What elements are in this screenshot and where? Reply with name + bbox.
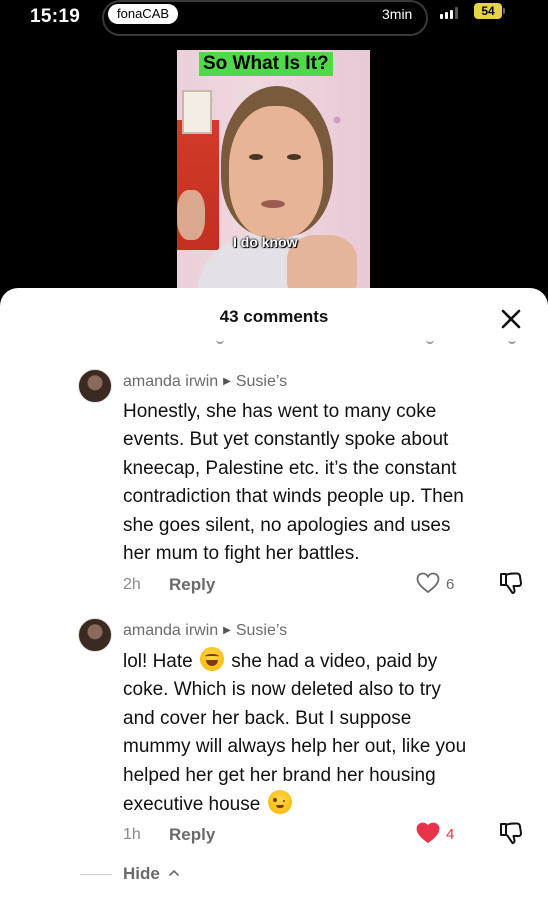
battery-tip	[503, 8, 505, 14]
battery-icon: 54	[474, 3, 502, 19]
comment-reply-to[interactable]: Susie’s	[236, 373, 287, 390]
comment-line: executive house	[123, 790, 533, 819]
status-bar: 15:19 fonaCAB 3min 54	[0, 0, 548, 40]
comment-time: 2h	[123, 576, 141, 593]
comments-sheet: 43 comments amanda irwin ▶ Susie’s Honestl…	[0, 288, 548, 900]
app-badge[interactable]: fonaCAB	[108, 4, 179, 24]
scroll-cutoff-mark	[426, 340, 434, 344]
comment-line-start: lol! Hate	[123, 651, 193, 672]
reply-arrow-icon: ▶	[223, 376, 231, 387]
comments-count-title: 43 comments	[219, 307, 329, 326]
avatar[interactable]	[78, 369, 112, 403]
comment-line: events. But yet constantly spoke about	[123, 429, 449, 451]
heart-icon[interactable]	[416, 822, 440, 844]
video-title-overlay: So What Is It?	[199, 52, 333, 76]
video-preview[interactable]: So What Is It? I do know	[177, 50, 370, 300]
comment-line: lol! Hate she had a video, paid by	[123, 647, 533, 676]
scroll-cutoff-mark	[508, 340, 516, 344]
comment-line: coke. Which is now deleted also to try	[123, 679, 441, 701]
call-duration: 3min	[382, 6, 413, 22]
video-hand-left	[177, 190, 205, 240]
comment-line: her mum to fight her battles.	[123, 543, 360, 565]
video-eye-left	[249, 154, 263, 160]
comment-line: Honestly, she has went to many coke	[123, 401, 437, 422]
thumbs-down-icon[interactable]	[498, 570, 524, 596]
video-caption: I do know	[233, 234, 298, 250]
comment-author-line[interactable]: amanda irwin ▶ Susie’s	[123, 373, 287, 391]
chevron-up-icon	[168, 869, 179, 876]
video-face	[229, 106, 323, 238]
hide-replies-button[interactable]: Hide	[123, 864, 180, 884]
video-mouth	[261, 200, 285, 208]
comment-author[interactable]: amanda irwin	[123, 373, 218, 390]
hide-label[interactable]: Hide	[123, 864, 160, 883]
video-eye-right	[287, 154, 301, 160]
comment-text: lol! Hate she had a video, paid by coke.…	[123, 647, 533, 819]
comment-time: 1h	[123, 826, 141, 843]
close-icon[interactable]	[498, 306, 524, 332]
thumbs-down-icon[interactable]	[498, 820, 524, 846]
comment-line: and cover her back. But I suppose	[123, 707, 412, 729]
comment-author[interactable]: amanda irwin	[123, 622, 218, 639]
comment-line: she goes silent, no apologies and uses	[123, 514, 451, 536]
like-count: 4	[446, 826, 455, 843]
comment-line-end: she had a video, paid by	[231, 651, 438, 672]
winking-emoji-icon	[267, 790, 292, 815]
scroll-cutoff-mark	[216, 340, 224, 344]
comment-line: kneecap, Palestine etc. it’s the constan…	[123, 457, 457, 479]
comment-text: Honestly, she has went to many coke even…	[123, 398, 533, 568]
comment-author-line[interactable]: amanda irwin ▶ Susie’s	[123, 622, 287, 640]
comment-line: helped her get her brand her housing	[123, 764, 436, 786]
comment-line: mummy will always help her out, like you	[123, 736, 467, 758]
like-count: 6	[446, 576, 455, 593]
reply-arrow-icon: ▶	[223, 625, 231, 636]
heart-icon[interactable]	[416, 572, 440, 594]
avatar[interactable]	[78, 618, 112, 652]
comment-line-start: executive house	[123, 794, 261, 816]
reply-button[interactable]: Reply	[169, 825, 215, 845]
reply-button[interactable]: Reply	[169, 575, 215, 595]
status-time: 15:19	[30, 6, 81, 27]
divider	[80, 874, 112, 875]
signal-icon	[440, 7, 458, 19]
comment-line: contradiction that winds people up. Then	[123, 486, 464, 508]
comment-reply-to[interactable]: Susie’s	[236, 622, 287, 639]
video-wall-picture	[182, 90, 212, 134]
laughing-emoji-icon	[199, 647, 224, 671]
